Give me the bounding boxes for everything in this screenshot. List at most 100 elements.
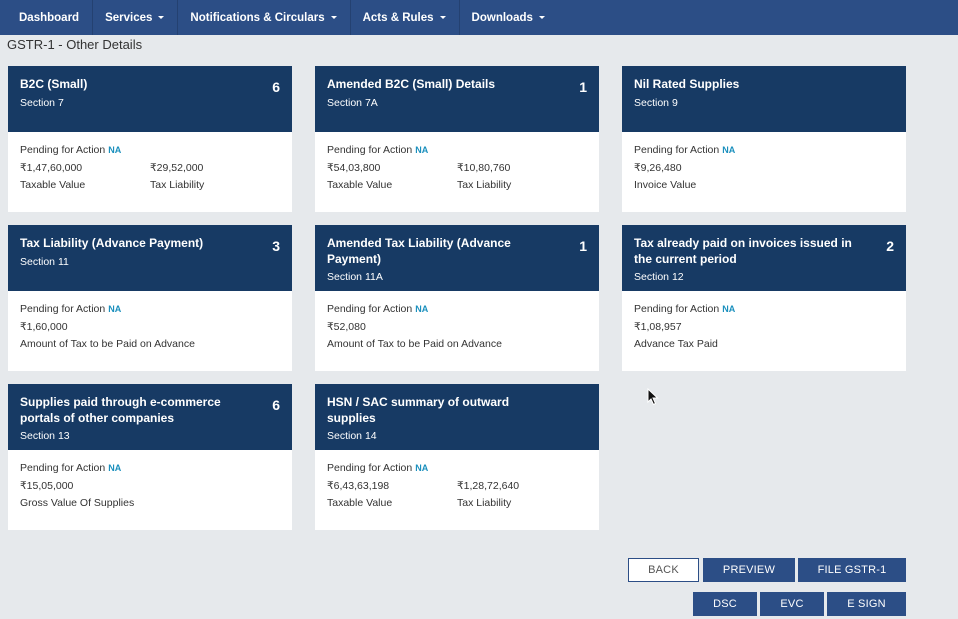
nav-notifications[interactable]: Notifications & Circulars <box>178 0 351 35</box>
card-body: Pending for Action NA ₹6,43,63,198 ₹1,28,… <box>315 450 599 512</box>
pending-status: NA <box>415 463 429 473</box>
value-amount: ₹1,08,957 <box>634 321 682 333</box>
card-body: Pending for Action NA ₹9,26,480 Invoice V… <box>622 132 906 194</box>
value-label: Taxable Value <box>327 497 393 509</box>
value-label: Gross Value Of Supplies <box>20 497 135 509</box>
pending-status: NA <box>415 145 429 155</box>
value-amount: ₹1,47,60,000 <box>20 162 83 174</box>
card-body: Pending for Action NA ₹15,05,000 Gross Va… <box>8 450 292 512</box>
pending-row: Pending for Action NA <box>634 142 894 160</box>
card-body: Pending for Action NA ₹54,03,800 ₹10,80,7… <box>315 132 599 194</box>
value-amount: ₹6,43,63,198 <box>327 480 390 492</box>
card-title: Tax Liability (Advance Payment) <box>20 236 204 250</box>
pending-label: Pending for Action <box>327 144 413 156</box>
card-section: Section 13 <box>20 430 70 442</box>
pending-status: NA <box>108 145 122 155</box>
card-header[interactable]: HSN / SAC summary of outward supplies Se… <box>315 384 599 450</box>
card-section: Section 11 <box>20 255 69 268</box>
card-header[interactable]: Amended Tax Liability (Advance Payment) … <box>315 225 599 291</box>
card-header[interactable]: Amended B2C (Small) Details Section 7A 1 <box>315 66 599 132</box>
pending-row: Pending for Action NA <box>20 460 280 478</box>
card-header[interactable]: Supplies paid through e-commerce portals… <box>8 384 292 450</box>
value-label: Tax Liability <box>457 179 512 191</box>
pending-row: Pending for Action NA <box>327 460 587 478</box>
value-label: Invoice Value <box>634 179 697 191</box>
dsc-button[interactable]: DSC <box>693 592 757 616</box>
card-title: Amended Tax Liability (Advance Payment) <box>327 236 511 266</box>
nav-dashboard[interactable]: Dashboard <box>0 0 94 35</box>
pending-row: Pending for Action NA <box>20 142 280 160</box>
card-title: B2C (Small) <box>20 77 88 91</box>
nav-acts-rules[interactable]: Acts & Rules <box>351 0 460 35</box>
nav-acts-rules-label: Acts & Rules <box>362 11 434 24</box>
value-amount: ₹29,52,000 <box>150 162 204 174</box>
pending-row: Pending for Action NA <box>634 301 894 319</box>
card-title: Amended B2C (Small) Details <box>327 77 496 91</box>
file-gstr1-button[interactable]: FILE GSTR-1 <box>798 558 906 582</box>
card-count: 2 <box>886 238 894 254</box>
value-label: Amount of Tax to be Paid on Advance <box>327 338 502 350</box>
caret-down-icon <box>158 16 165 19</box>
page-title: GSTR-1 - Other Details <box>7 37 143 52</box>
value-label: Taxable Value <box>327 179 393 191</box>
card-tax-liability-advance: Tax Liability (Advance Payment) Section … <box>8 225 292 371</box>
card-count: 1 <box>579 79 587 95</box>
card-section: Section 7 <box>20 96 64 109</box>
card-body: Pending for Action NA ₹1,47,60,000 ₹29,52… <box>8 132 292 194</box>
nav-services[interactable]: Services <box>93 0 179 35</box>
pending-label: Pending for Action <box>327 462 413 474</box>
value-label: Advance Tax Paid <box>634 338 718 350</box>
card-title: Tax already paid on invoices issued in t… <box>634 236 852 266</box>
card-body: Pending for Action NA ₹1,60,000 Amount of… <box>8 291 292 353</box>
value-label: Amount of Tax to be Paid on Advance <box>20 338 195 350</box>
pending-label: Pending for Action <box>634 144 720 156</box>
card-amended-b2c-small: Amended B2C (Small) Details Section 7A 1… <box>315 66 599 212</box>
pending-row: Pending for Action NA <box>327 142 587 160</box>
pending-label: Pending for Action <box>20 462 106 474</box>
card-b2c-small: B2C (Small) Section 7 6 Pending for Acti… <box>8 66 292 212</box>
value-amount: ₹1,28,72,640 <box>457 480 520 492</box>
nav-downloads[interactable]: Downloads <box>460 0 558 35</box>
pending-label: Pending for Action <box>634 303 720 315</box>
caret-down-icon <box>538 16 545 19</box>
nav-downloads-label: Downloads <box>471 11 533 24</box>
value-label: Taxable Value <box>20 179 86 191</box>
pending-label: Pending for Action <box>327 303 413 315</box>
card-count: 1 <box>579 238 587 254</box>
card-section: Section 11A <box>327 271 383 283</box>
value-label: Tax Liability <box>457 497 512 509</box>
card-header[interactable]: Nil Rated Supplies Section 9 <box>622 66 906 132</box>
pending-label: Pending for Action <box>20 144 106 156</box>
pending-status: NA <box>415 304 429 314</box>
card-title: Nil Rated Supplies <box>634 77 740 91</box>
pending-label: Pending for Action <box>20 303 106 315</box>
value-amount: ₹15,05,000 <box>20 480 74 492</box>
card-title: Supplies paid through e-commerce portals… <box>20 395 221 425</box>
card-hsn-sac-summary: HSN / SAC summary of outward supplies Se… <box>315 384 599 530</box>
esign-button[interactable]: E SIGN <box>827 592 906 616</box>
evc-button[interactable]: EVC <box>760 592 824 616</box>
card-header[interactable]: B2C (Small) Section 7 6 <box>8 66 292 132</box>
card-section: Section 7A <box>327 96 378 109</box>
back-button[interactable]: BACK <box>628 558 699 582</box>
card-count: 6 <box>272 397 280 413</box>
card-nil-rated-supplies: Nil Rated Supplies Section 9 Pending for… <box>622 66 906 212</box>
card-body: Pending for Action NA ₹1,08,957 Advance T… <box>622 291 906 353</box>
pending-row: Pending for Action NA <box>327 301 587 319</box>
value-amount: ₹54,03,800 <box>327 162 381 174</box>
card-header[interactable]: Tax Liability (Advance Payment) Section … <box>8 225 292 291</box>
top-navbar: Dashboard Services Notifications & Circu… <box>0 0 958 35</box>
pending-status: NA <box>108 304 122 314</box>
pending-row: Pending for Action NA <box>20 301 280 319</box>
mouse-cursor-icon <box>647 388 659 406</box>
card-count: 3 <box>272 238 280 254</box>
nav-services-label: Services <box>105 11 153 24</box>
card-section: Section 12 <box>634 271 684 283</box>
card-amended-tax-liability-advance: Amended Tax Liability (Advance Payment) … <box>315 225 599 371</box>
nav-dashboard-label: Dashboard <box>19 11 80 24</box>
pending-status: NA <box>722 145 736 155</box>
value-amount: ₹1,60,000 <box>20 321 68 333</box>
card-header[interactable]: Tax already paid on invoices issued in t… <box>622 225 906 291</box>
preview-button[interactable]: PREVIEW <box>703 558 795 582</box>
card-ecommerce-supplies: Supplies paid through e-commerce portals… <box>8 384 292 530</box>
